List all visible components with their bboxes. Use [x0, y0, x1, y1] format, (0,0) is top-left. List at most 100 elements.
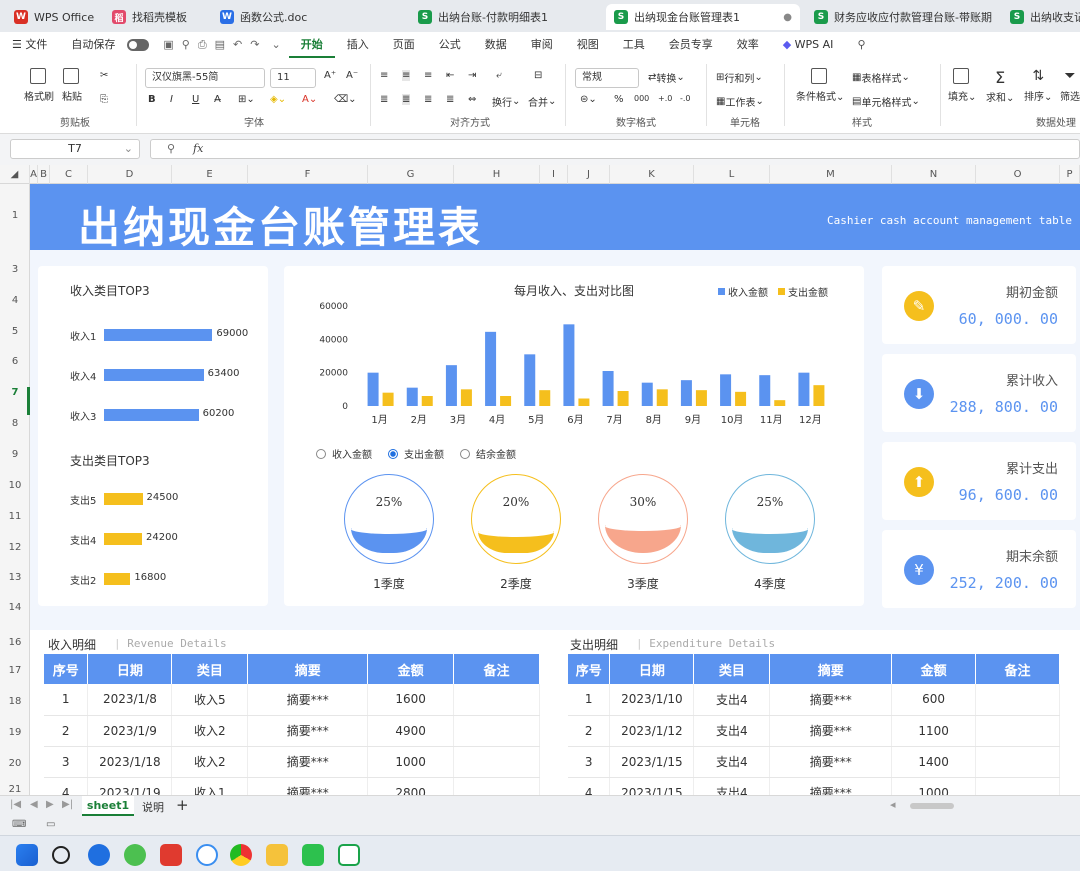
tab-cash-ledger[interactable]: S 出纳现金台账管理表1 ●: [606, 4, 800, 30]
col-header[interactable]: 日期: [87, 654, 173, 684]
column-header[interactable]: J: [568, 165, 610, 184]
col-header[interactable]: 类目: [693, 654, 771, 684]
table-row[interactable]: 1 2023/1/10 支出4 摘要*** 600: [568, 684, 1060, 716]
clear-format-icon[interactable]: ⌫⌄: [334, 94, 357, 105]
select-all-corner[interactable]: ◢: [0, 165, 30, 184]
column-header[interactable]: L: [694, 165, 770, 184]
table-cell[interactable]: 摘要***: [769, 746, 893, 778]
merge-button[interactable]: 合并 ⌄: [528, 94, 556, 109]
close-tab-icon[interactable]: ●: [777, 12, 792, 23]
table-cell[interactable]: 1000: [367, 746, 455, 778]
macro-icon[interactable]: ⌨: [12, 819, 26, 830]
row-header[interactable]: 16: [0, 637, 30, 648]
col-header[interactable]: 日期: [609, 654, 695, 684]
prev-sheet-icon[interactable]: ◀: [30, 799, 38, 810]
row-col-button[interactable]: ⊞ 行和列 ⌄: [716, 70, 763, 85]
table-cell[interactable]: 2023/1/8: [87, 684, 173, 716]
underline-icon[interactable]: U: [192, 94, 199, 105]
table-cell[interactable]: 2023/1/10: [609, 684, 695, 716]
justify-icon[interactable]: ≣: [446, 94, 454, 105]
col-header[interactable]: 备注: [975, 654, 1060, 684]
folder-icon[interactable]: [266, 844, 288, 866]
row-header[interactable]: 8: [0, 418, 30, 429]
tab-docer[interactable]: 稻 找稻壳模板: [104, 4, 206, 30]
chat-icon[interactable]: [338, 844, 360, 866]
table-cell[interactable]: 1: [44, 684, 89, 716]
font-grow-icon[interactable]: A⁺: [324, 70, 336, 81]
column-header[interactable]: P: [1060, 165, 1080, 184]
table-cell[interactable]: 摘要***: [769, 715, 893, 747]
convert-button[interactable]: ⇄ 转换 ⌄: [648, 70, 685, 85]
thousands-icon[interactable]: 000: [634, 94, 649, 103]
column-header[interactable]: B: [38, 165, 50, 184]
tab-income-record[interactable]: S 出纳收支记: [1002, 4, 1080, 30]
table-cell[interactable]: 摘要***: [247, 715, 369, 747]
fill-button[interactable]: 填充⌄: [948, 68, 976, 103]
table-cell[interactable]: 1100: [891, 715, 977, 747]
wrap-icon[interactable]: ⤶: [496, 70, 502, 81]
col-header[interactable]: 摘要: [247, 654, 369, 684]
cut-icon[interactable]: ✂: [100, 70, 108, 81]
menu-view[interactable]: 视图: [565, 32, 611, 58]
formula-input[interactable]: ⚲ fx: [150, 139, 1080, 159]
wrap-button[interactable]: 换行 ⌄: [492, 94, 520, 109]
table-cell[interactable]: 摘要***: [247, 746, 369, 778]
radio-balance[interactable]: 结余金额: [460, 446, 516, 461]
menu-formula[interactable]: 公式: [427, 32, 473, 58]
table-cell[interactable]: 4: [44, 777, 89, 795]
fill-color-icon[interactable]: ◈⌄: [270, 94, 286, 105]
col-header[interactable]: 金额: [891, 654, 977, 684]
align-center-icon[interactable]: ≣: [402, 94, 411, 105]
currency-icon[interactable]: ⊜⌄: [580, 94, 597, 105]
menu-review[interactable]: 审阅: [519, 32, 565, 58]
align-left-icon[interactable]: ≣: [380, 94, 388, 105]
more-chevron-icon[interactable]: ⌄: [263, 32, 288, 58]
sort-button[interactable]: ⇅ 排序⌄: [1024, 68, 1052, 103]
name-box[interactable]: T7 ⌄: [10, 139, 140, 159]
file-menu[interactable]: ☰ 文件: [0, 32, 59, 58]
radio-income[interactable]: 收入金额: [316, 446, 372, 461]
table-cell[interactable]: [975, 684, 1060, 716]
table-cell[interactable]: 支出4: [693, 746, 771, 778]
align-top-icon[interactable]: ≡: [380, 70, 388, 81]
table-row[interactable]: 3 2023/1/15 支出4 摘要*** 1400: [568, 746, 1060, 778]
cell-style-button[interactable]: ▤ 单元格样式 ⌄: [852, 94, 920, 109]
bold-icon[interactable]: B: [148, 94, 156, 105]
copy-icon[interactable]: ⎘: [100, 94, 108, 105]
row-header[interactable]: 10: [0, 480, 30, 491]
table-cell[interactable]: 1000: [891, 777, 977, 795]
col-header[interactable]: 序号: [568, 654, 611, 684]
table-row[interactable]: 3 2023/1/18 收入2 摘要*** 1000: [44, 746, 540, 778]
browser-icon[interactable]: [88, 844, 110, 866]
table-cell[interactable]: 支出4: [693, 777, 771, 795]
column-header[interactable]: H: [454, 165, 540, 184]
app-s-icon[interactable]: [196, 844, 218, 866]
table-cell[interactable]: 收入1: [171, 777, 249, 795]
table-cell[interactable]: 1400: [891, 746, 977, 778]
row-header[interactable]: 20: [0, 758, 30, 769]
table-cell[interactable]: [975, 746, 1060, 778]
windows-start-icon[interactable]: [16, 844, 38, 866]
table-row[interactable]: 4 2023/1/19 收入1 摘要*** 2800: [44, 777, 540, 795]
sheet-tab-sheet1[interactable]: sheet1: [82, 796, 134, 816]
table-cell[interactable]: 摘要***: [247, 684, 369, 716]
col-header[interactable]: 备注: [453, 654, 540, 684]
tab-payment-detail[interactable]: S 出纳台账-付款明细表1: [410, 4, 600, 30]
redo-icon[interactable]: ↷: [246, 32, 263, 58]
row-header[interactable]: 5: [0, 326, 30, 337]
column-header[interactable]: C: [50, 165, 88, 184]
strikethrough-icon[interactable]: A̶: [214, 94, 221, 105]
sheet-tab-readme[interactable]: 说明: [142, 799, 164, 815]
distribute-icon[interactable]: ⇔: [468, 94, 476, 105]
menu-insert[interactable]: 插入: [335, 32, 381, 58]
table-row[interactable]: 1 2023/1/8 收入5 摘要*** 1600: [44, 684, 540, 716]
table-cell[interactable]: 4: [568, 777, 611, 795]
worksheet-button[interactable]: ▦ 工作表 ⌄: [716, 94, 764, 109]
menu-wps-ai[interactable]: ◆ WPS AI: [771, 32, 846, 58]
col-header[interactable]: 摘要: [769, 654, 893, 684]
scroll-left-icon[interactable]: ◂: [890, 798, 896, 811]
table-style-button[interactable]: ▦ 表格样式 ⌄: [852, 70, 910, 85]
cond-format-button[interactable]: 条件格式⌄: [796, 68, 844, 103]
col-header[interactable]: 序号: [44, 654, 89, 684]
col-header[interactable]: 类目: [171, 654, 249, 684]
